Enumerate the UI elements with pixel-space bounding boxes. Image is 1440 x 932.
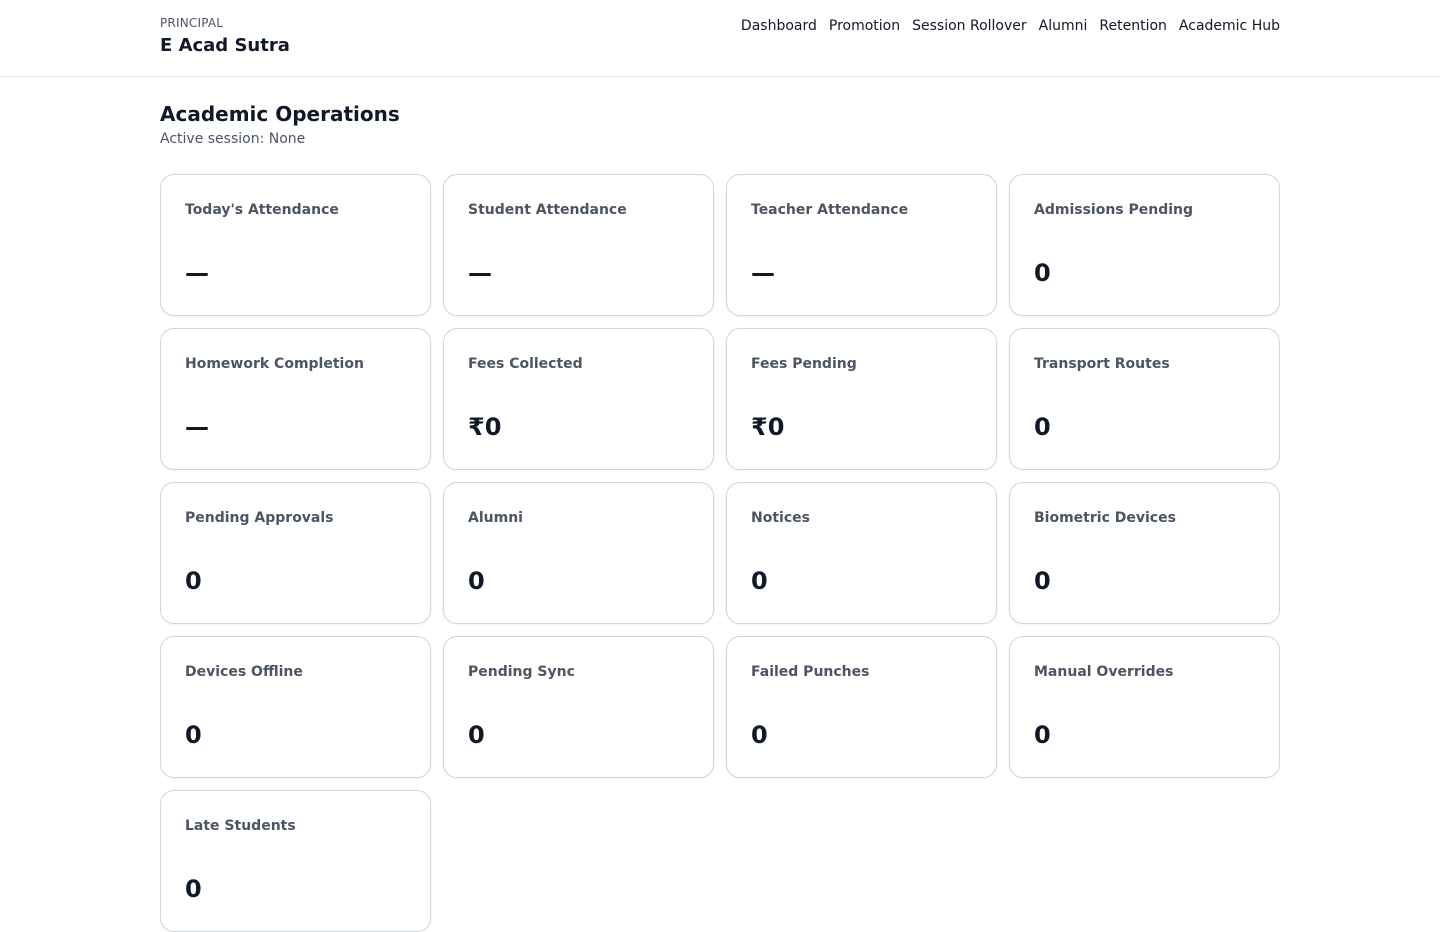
main-nav: Dashboard Promotion Session Rollover Alu…	[741, 17, 1280, 35]
stat-label: Today's Attendance	[185, 202, 339, 218]
main-content: Academic Operations Active session: None…	[160, 102, 1280, 932]
stat-card-admissions-pending[interactable]: Admissions Pending 0	[1009, 174, 1280, 316]
stat-card-late-students[interactable]: Late Students 0	[160, 790, 431, 932]
stat-label: Transport Routes	[1034, 356, 1170, 372]
stat-card-notices[interactable]: Notices 0	[726, 482, 997, 624]
stat-value: 0	[1034, 413, 1051, 441]
stat-card-devices-offline[interactable]: Devices Offline 0	[160, 636, 431, 778]
nav-alumni[interactable]: Alumni	[1039, 17, 1088, 35]
stat-label: Teacher Attendance	[751, 202, 909, 218]
user-role: PRINCIPAL	[160, 16, 224, 30]
stat-label: Pending Approvals	[185, 510, 334, 526]
stat-value: 0	[751, 721, 768, 749]
page-title: Academic Operations	[160, 102, 400, 126]
nav-retention[interactable]: Retention	[1099, 17, 1167, 35]
stat-card-pending-approvals[interactable]: Pending Approvals 0	[160, 482, 431, 624]
stat-label: Student Attendance	[468, 202, 627, 218]
stat-label: Devices Offline	[185, 664, 303, 680]
active-session: Active session: None	[160, 131, 306, 147]
stat-value: ₹0	[751, 413, 785, 441]
stat-value: 0	[468, 567, 485, 595]
stat-value: 0	[1034, 567, 1051, 595]
stat-label: Biometric Devices	[1034, 510, 1176, 526]
stat-card-failed-punches[interactable]: Failed Punches 0	[726, 636, 997, 778]
stat-card-todays-attendance[interactable]: Today's Attendance —	[160, 174, 431, 316]
stat-label: Failed Punches	[751, 664, 870, 680]
stat-value: 0	[185, 567, 202, 595]
nav-promotion[interactable]: Promotion	[829, 17, 900, 35]
stats-grid: Today's Attendance — Student Attendance …	[160, 174, 1280, 932]
stat-value: 0	[751, 567, 768, 595]
stat-card-student-attendance[interactable]: Student Attendance —	[443, 174, 714, 316]
stat-card-manual-overrides[interactable]: Manual Overrides 0	[1009, 636, 1280, 778]
stat-card-biometric-devices[interactable]: Biometric Devices 0	[1009, 482, 1280, 624]
stat-card-teacher-attendance[interactable]: Teacher Attendance —	[726, 174, 997, 316]
stat-label: Homework Completion	[185, 356, 364, 372]
nav-academic-hub[interactable]: Academic Hub	[1179, 17, 1280, 35]
stat-card-fees-pending[interactable]: Fees Pending ₹0	[726, 328, 997, 470]
stat-label: Fees Collected	[468, 356, 583, 372]
top-bar: PRINCIPAL E Acad Sutra Dashboard Promoti…	[0, 0, 1440, 77]
stat-card-homework-completion[interactable]: Homework Completion —	[160, 328, 431, 470]
stat-card-transport-routes[interactable]: Transport Routes 0	[1009, 328, 1280, 470]
nav-dashboard[interactable]: Dashboard	[741, 17, 817, 35]
brand: PRINCIPAL E Acad Sutra	[160, 16, 290, 57]
stat-value: —	[468, 259, 492, 287]
stat-value: —	[185, 413, 209, 441]
stat-value: —	[751, 259, 775, 287]
stat-label: Late Students	[185, 818, 296, 834]
stat-card-alumni[interactable]: Alumni 0	[443, 482, 714, 624]
stat-value: 0	[185, 721, 202, 749]
stat-card-pending-sync[interactable]: Pending Sync 0	[443, 636, 714, 778]
stat-label: Fees Pending	[751, 356, 857, 372]
stat-value: 0	[468, 721, 485, 749]
stat-card-fees-collected[interactable]: Fees Collected ₹0	[443, 328, 714, 470]
stat-value: ₹0	[468, 413, 502, 441]
stat-value: —	[185, 259, 209, 287]
stat-label: Alumni	[468, 510, 523, 526]
stat-label: Pending Sync	[468, 664, 575, 680]
stat-label: Notices	[751, 510, 810, 526]
app-name[interactable]: E Acad Sutra	[160, 35, 290, 57]
stat-label: Manual Overrides	[1034, 664, 1174, 680]
stat-label: Admissions Pending	[1034, 202, 1194, 218]
stat-value: 0	[1034, 721, 1051, 749]
stat-value: 0	[1034, 259, 1051, 287]
nav-session-rollover[interactable]: Session Rollover	[912, 17, 1027, 35]
